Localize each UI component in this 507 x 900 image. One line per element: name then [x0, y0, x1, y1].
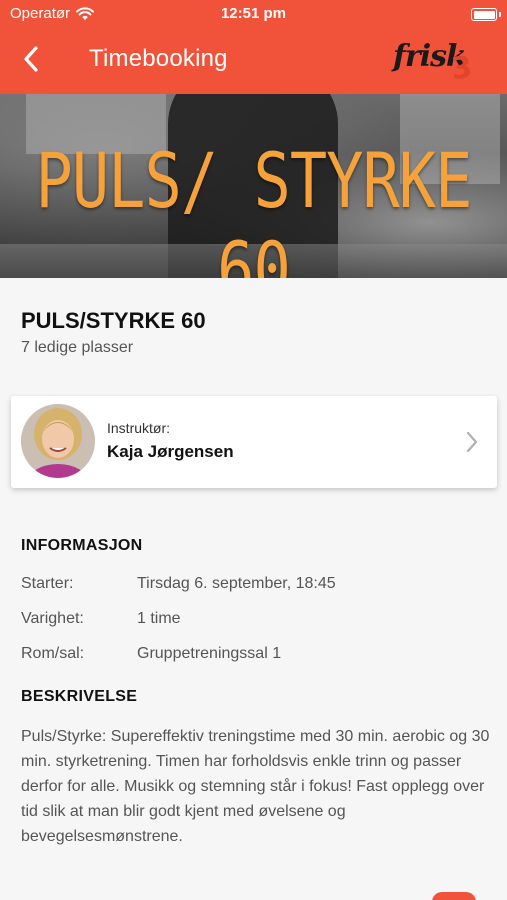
class-banner: PULS/ STYRKE 60: [0, 94, 507, 278]
page-title: Timebooking: [89, 45, 228, 72]
status-bar: Operatør 12:51 pm: [0, 0, 507, 28]
class-title: PULS/STYRKE 60: [21, 308, 206, 333]
top-bar: Operatør 12:51 pm Timebooking frisk 3: [0, 0, 507, 94]
instructor-name: Kaja Jørgensen: [107, 442, 234, 461]
availability-text: 7 ledige plasser: [21, 339, 134, 356]
info-value: Tirsdag 6. september, 18:45: [137, 575, 336, 592]
battery-icon: [471, 8, 501, 21]
frisk3-logo: frisk 3: [391, 39, 474, 82]
instructor-card[interactable]: Instruktør: Kaja Jørgensen: [11, 396, 497, 488]
svg-text:3: 3: [449, 50, 473, 82]
info-label: Starter:: [21, 575, 74, 592]
description-heading: BESKRIVELSE: [21, 688, 138, 705]
book-button-partial[interactable]: [432, 892, 476, 900]
status-time: 12:51 pm: [220, 5, 287, 22]
info-value: Gruppetreningssal 1: [137, 645, 282, 662]
instructor-avatar: [21, 404, 95, 478]
info-label: Rom/sal:: [21, 645, 85, 662]
chevron-left-icon: [24, 46, 38, 72]
nav-bar: Timebooking frisk 3: [0, 28, 507, 94]
info-value: 1 time: [137, 610, 181, 627]
chevron-right-icon: [466, 431, 478, 453]
info-label: Varighet:: [21, 610, 84, 627]
information-heading: INFORMASJON: [21, 537, 143, 554]
instructor-label: Instruktør:: [107, 420, 171, 436]
description-text: Puls/Styrke: Supereffektiv treningstime …: [21, 728, 490, 845]
banner-title: PULS/ STYRKE 60: [35, 136, 473, 278]
back-button[interactable]: [14, 42, 48, 76]
